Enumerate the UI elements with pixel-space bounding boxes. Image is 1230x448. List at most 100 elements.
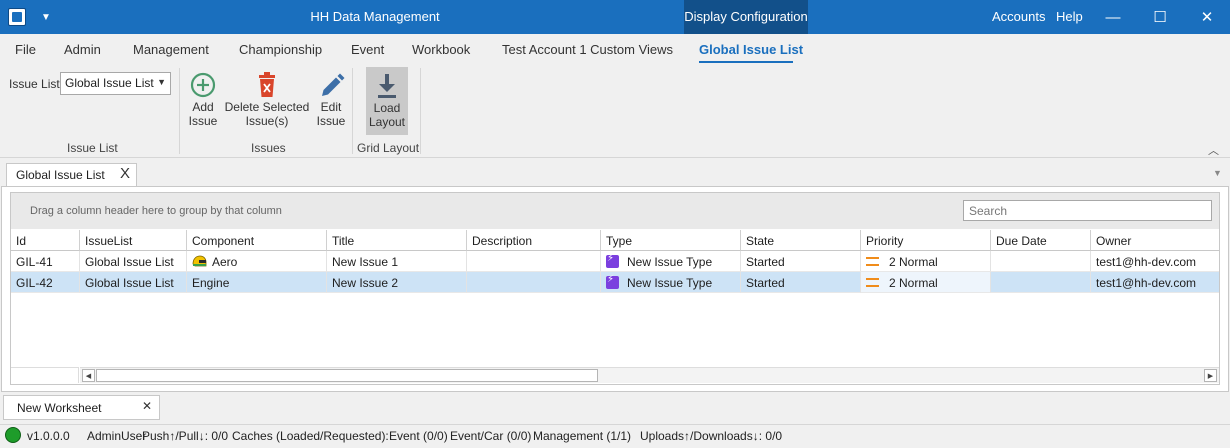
cell-id: GIL-41	[11, 251, 80, 272]
load-layout-button[interactable]: Load Layout	[366, 67, 408, 135]
cell-component-text: Aero	[212, 255, 238, 269]
title-bar: ▼ HH Data Management Display Configurati…	[0, 0, 1230, 34]
issue-type-icon	[606, 253, 619, 268]
table-row-selected[interactable]: GIL-42 Global Issue List Engine New Issu…	[11, 272, 1219, 293]
cell-title: New Issue 1	[327, 251, 467, 272]
cell-issuelist: Global Issue List	[80, 272, 187, 293]
close-worksheet-icon[interactable]: ✕	[142, 399, 152, 413]
issue-list-select-value: Global Issue List	[65, 76, 154, 90]
priority-normal-icon	[866, 257, 879, 266]
minimize-icon[interactable]: —	[1090, 0, 1136, 34]
menu-bar: File Admin Management Championship Event…	[0, 34, 1230, 64]
worksheet-tab[interactable]: New Worksheet ✕	[3, 395, 160, 420]
edit-issue-label-2: Issue	[316, 114, 346, 128]
trash-icon	[259, 72, 275, 97]
ribbon-separator	[179, 68, 180, 154]
cell-owner: test1@hh-dev.com	[1091, 272, 1219, 293]
close-icon[interactable]: ✕	[1184, 0, 1230, 34]
accounts-link[interactable]: Accounts	[992, 0, 1045, 34]
helmet-icon	[192, 255, 207, 267]
cell-id: GIL-42	[11, 272, 80, 293]
cell-type: New Issue Type	[601, 272, 741, 293]
priority-normal-icon	[866, 278, 879, 287]
search-input[interactable]: Search	[963, 200, 1212, 221]
maximize-icon[interactable]: ☐	[1137, 0, 1183, 34]
help-link[interactable]: Help	[1056, 0, 1083, 34]
column-header-title[interactable]: Title	[327, 230, 467, 251]
tab-management[interactable]: Management	[133, 42, 209, 60]
load-layout-label-2: Layout	[368, 115, 406, 129]
table-row[interactable]: GIL-41 Global Issue List Aero New Issue …	[11, 251, 1219, 272]
status-management: Management (1/1)	[533, 429, 632, 443]
cell-description	[467, 272, 601, 293]
close-tab-icon[interactable]: X	[120, 165, 130, 182]
column-header-owner[interactable]: Owner	[1091, 230, 1219, 251]
cell-component: Engine	[187, 272, 327, 293]
column-header-due-date[interactable]: Due Date	[991, 230, 1091, 251]
edit-issue-button[interactable]: Edit Issue	[312, 70, 350, 134]
status-version: v1.0.0.0	[27, 429, 70, 443]
connection-status-icon	[5, 427, 21, 443]
delete-selected-issues-button[interactable]: Delete Selected Issue(s)	[224, 70, 310, 134]
tab-event[interactable]: Event	[351, 42, 384, 60]
cell-issuelist: Global Issue List	[80, 251, 187, 272]
chevron-down-icon: ▼	[157, 77, 166, 87]
cell-state: Started	[741, 251, 861, 272]
tab-global-issue-list[interactable]: Global Issue List	[699, 42, 803, 60]
cell-component: Aero	[187, 251, 327, 272]
group-label-issue-list: Issue List	[67, 141, 118, 155]
collapse-ribbon-icon[interactable]: ︿	[1208, 142, 1219, 158]
download-icon	[378, 74, 396, 98]
status-event-car: Event/Car (0/0)	[450, 429, 532, 443]
issue-list-select[interactable]: Global Issue List ▼	[60, 72, 171, 95]
status-event: Event (0/0)	[389, 429, 448, 443]
cell-due-date	[991, 272, 1091, 293]
tab-custom-views[interactable]: Test Account 1 Custom Views	[502, 42, 673, 60]
cell-type-text: New Issue Type	[627, 255, 713, 269]
cell-priority-text: 2 Normal	[889, 255, 938, 269]
cell-due-date	[991, 251, 1091, 272]
column-header-priority[interactable]: Priority	[861, 230, 991, 251]
worksheet-tab-label: New Worksheet	[17, 401, 102, 415]
column-header-component[interactable]: Component	[187, 230, 327, 251]
scroll-right-icon[interactable]: ▶	[1204, 369, 1217, 382]
status-user: AdminUser	[87, 429, 147, 443]
ribbon-separator	[420, 68, 421, 154]
group-label-grid-layout: Grid Layout	[357, 141, 420, 155]
status-caches: Caches (Loaded/Requested):	[232, 429, 389, 443]
display-configuration-tab[interactable]: Display Configuration	[684, 0, 808, 34]
cell-title: New Issue 2	[327, 272, 467, 293]
cell-priority-text: 2 Normal	[889, 276, 938, 290]
column-header-description[interactable]: Description	[467, 230, 601, 251]
load-layout-label-1: Load	[373, 101, 401, 115]
scrollbar-thumb[interactable]	[96, 369, 598, 382]
add-issue-label-1: Add	[192, 100, 214, 114]
column-header-type[interactable]: Type	[601, 230, 741, 251]
cell-state: Started	[741, 272, 861, 293]
pencil-icon	[322, 73, 345, 96]
grid-footer-cell	[11, 367, 79, 383]
tab-workbook[interactable]: Workbook	[412, 42, 470, 60]
column-header-id[interactable]: Id	[11, 230, 80, 251]
add-issue-button[interactable]: Add Issue	[183, 70, 223, 134]
tab-file[interactable]: File	[15, 42, 36, 60]
document-list-dropdown-icon[interactable]: ▼	[1213, 168, 1222, 178]
search-placeholder: Search	[969, 204, 1008, 218]
cell-type: New Issue Type	[601, 251, 741, 272]
column-header-state[interactable]: State	[741, 230, 861, 251]
tab-admin[interactable]: Admin	[64, 42, 101, 60]
add-issue-label-2: Issue	[188, 114, 218, 128]
group-label-issues: Issues	[251, 141, 286, 155]
edit-issue-label-1: Edit	[320, 100, 342, 114]
cell-description	[467, 251, 601, 272]
cell-priority[interactable]: 2 Normal	[861, 272, 991, 293]
tab-championship[interactable]: Championship	[239, 42, 322, 60]
column-header-issuelist[interactable]: IssueList	[80, 230, 187, 251]
document-tab[interactable]: Global Issue List X	[6, 163, 137, 186]
issue-type-icon	[606, 274, 619, 289]
scroll-left-icon[interactable]: ◀	[82, 369, 95, 382]
delete-label-2: Issue(s)	[245, 114, 289, 128]
cell-owner: test1@hh-dev.com	[1091, 251, 1219, 272]
active-tab-indicator	[699, 61, 793, 63]
add-circle-icon	[190, 72, 216, 98]
